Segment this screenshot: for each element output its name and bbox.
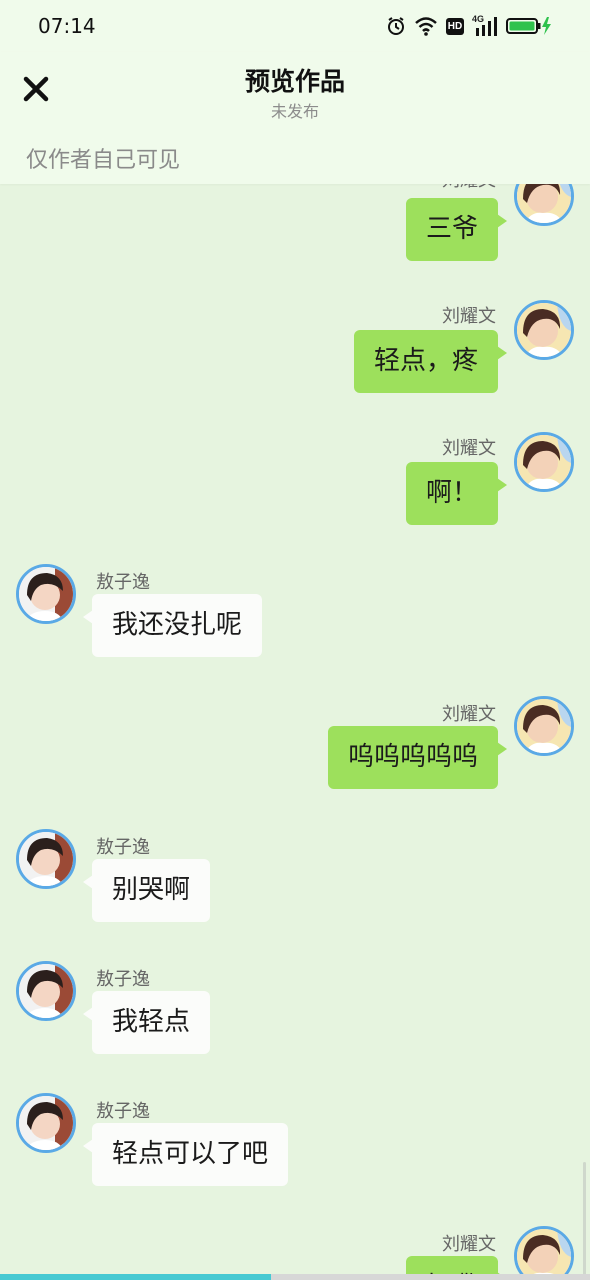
sender-name: 刘耀文 [442,704,496,725]
status-bar: 07:14 HD 4G [0,0,590,52]
message-bubble[interactable]: 三爷 [405,198,508,261]
message-bubble[interactable]: 别哭啊 [82,859,211,922]
hd-icon: HD [446,17,464,35]
scrollbar[interactable] [583,1162,586,1274]
avatar-right-image [517,1229,571,1274]
page-subtitle: 未发布 [270,102,319,121]
battery-charging-icon [506,17,551,35]
avatar-right-image [517,303,571,357]
avatar[interactable] [514,1226,574,1274]
sender-name: 敖子逸 [96,1101,150,1122]
message-bubble[interactable]: 我轻点 [82,991,211,1054]
header: 预览作品 未发布 仅作者自己可见 [0,52,590,184]
avatar-left-image [19,567,73,621]
4g-signal-icon: 4G [472,14,498,36]
avatar[interactable] [16,961,76,1021]
avatar[interactable] [514,300,574,360]
avatar-right-image [517,435,571,489]
avatar[interactable] [514,432,574,492]
sender-name: 刘耀文 [442,1234,496,1255]
page-title: 预览作品 [244,67,345,96]
chat-area[interactable]: 刘耀文 三爷 刘耀文 轻点，疼 刘耀文 啊！ [0,184,590,1274]
message-bubble[interactable]: 好嘞 [405,1256,508,1274]
avatar-right-image [517,699,571,753]
sender-name: 刘耀文 [442,306,496,327]
message-bubble[interactable]: 我还没扎呢 [82,594,263,657]
signal-bars [476,17,497,36]
status-icons: HD 4G [386,14,552,36]
alarm-icon [388,17,404,35]
sender-name: 敖子逸 [96,969,150,990]
sender-name: 敖子逸 [96,572,150,593]
avatar[interactable] [16,829,76,889]
avatar[interactable] [16,564,76,624]
progress-fill [0,1274,272,1280]
avatar-right-image [517,184,571,223]
avatar-left-image [19,964,73,1018]
wifi-icon [415,17,437,36]
message-bubble[interactable]: 呜呜呜呜呜 [327,726,508,789]
sender-name: 刘耀文 [442,438,496,459]
playback-progress-bar[interactable] [0,1274,590,1280]
visibility-note: 仅作者自己可见 [26,148,181,173]
status-time: 07:14 [38,14,96,38]
avatar-left-image [19,1096,73,1150]
avatar[interactable] [514,696,574,756]
avatar-left-image [19,832,73,886]
sender-name: 敖子逸 [96,837,150,858]
sender-name: 刘耀文 [442,184,496,192]
message-bubble[interactable]: 轻点可以了吧 [82,1123,289,1186]
message-bubble[interactable]: 啊！ [405,462,508,525]
avatar[interactable] [16,1093,76,1153]
avatar[interactable] [514,184,574,226]
message-bubble[interactable]: 轻点，疼 [353,330,508,393]
